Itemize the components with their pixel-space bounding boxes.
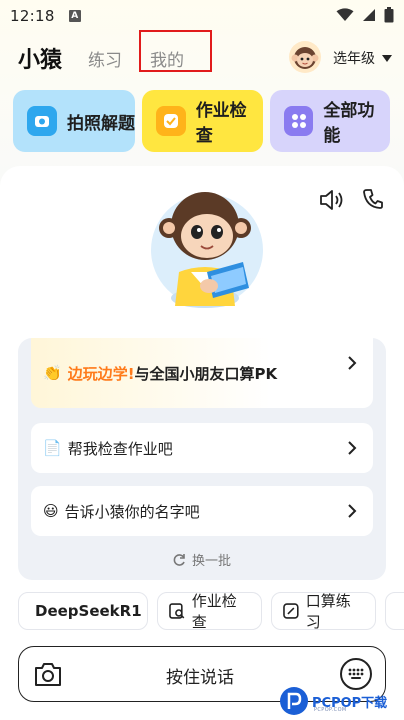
homework-check-button[interactable]: 作业检查 (142, 90, 263, 152)
clap-icon: 👏 (43, 364, 62, 382)
notification-icon: A (68, 10, 81, 22)
suggestion-label: 与全国小朋友口算PK (134, 364, 278, 383)
watermark-logo-icon (280, 687, 308, 715)
hold-to-talk-label: 按住说话 (166, 668, 234, 688)
homework-check-label: 作业检查 (195, 101, 247, 146)
suggestion-label: 告诉小猿你的名字吧 (64, 502, 200, 521)
photo-solve-label: 拍照解题 (67, 113, 135, 134)
tab-mine-highlight (139, 30, 212, 72)
chevron-right-icon (348, 441, 357, 455)
chip-math-practice[interactable]: 口算练习 (271, 592, 376, 631)
avatar[interactable] (289, 41, 321, 73)
status-indicators (336, 7, 394, 23)
chip-homework-check[interactable]: 作业检查 (157, 592, 262, 631)
photo-solve-button[interactable]: 拍照解题 (13, 90, 135, 152)
tab-practice[interactable]: 练习 (88, 46, 122, 71)
refresh-button[interactable]: 换一批 (172, 550, 231, 569)
wifi-icon (336, 8, 354, 21)
grid-icon (284, 106, 314, 136)
suggestion-math-pk[interactable]: 👏 边玩边学! 与全国小朋友口算PK (31, 338, 373, 408)
all-features-label: 全部功能 (323, 101, 375, 146)
document-icon: 📄 (43, 439, 62, 457)
chip-label: 口算练习 (305, 592, 351, 631)
chevron-down-icon (382, 54, 392, 62)
camera-icon[interactable] (33, 660, 63, 688)
suggestion-label: 帮我检查作业吧 (67, 439, 173, 458)
watermark-subtext: PCPOP.COM (314, 707, 347, 713)
all-features-button[interactable]: 全部功能 (270, 90, 390, 152)
chevron-right-icon (348, 504, 357, 518)
smile-icon: 😃 (43, 502, 59, 520)
refresh-label: 换一批 (192, 554, 232, 569)
chip-deepseek[interactable]: DeepSeekR1 (18, 592, 148, 630)
math-practice-icon (283, 603, 299, 619)
chevron-right-icon (348, 356, 357, 370)
grade-label: 选年级 (333, 51, 375, 67)
promo-tag: 边玩边学! (67, 364, 135, 383)
brand-title: 小猿 (18, 48, 63, 73)
homework-check-icon (169, 603, 185, 619)
suggestion-check-homework[interactable]: 📄 帮我检查作业吧 (31, 423, 373, 473)
grade-selector[interactable]: 选年级 (333, 48, 392, 68)
refresh-icon (173, 553, 185, 566)
chip-label: 作业检查 (191, 592, 237, 631)
chip-more[interactable] (385, 592, 404, 630)
camera-icon (27, 106, 57, 136)
suggestion-tell-name[interactable]: 😃 告诉小猿你的名字吧 (31, 486, 373, 536)
monkey-mascot-illustration (145, 180, 270, 315)
phone-icon[interactable] (362, 188, 384, 210)
signal-icon (363, 9, 375, 21)
status-bar: 12:18 A (0, 0, 404, 32)
check-icon (156, 106, 186, 136)
battery-icon (384, 7, 394, 23)
chip-label: DeepSeekR1 (35, 602, 142, 620)
speaker-icon[interactable] (319, 189, 345, 211)
status-time: 12:18 (10, 7, 55, 25)
